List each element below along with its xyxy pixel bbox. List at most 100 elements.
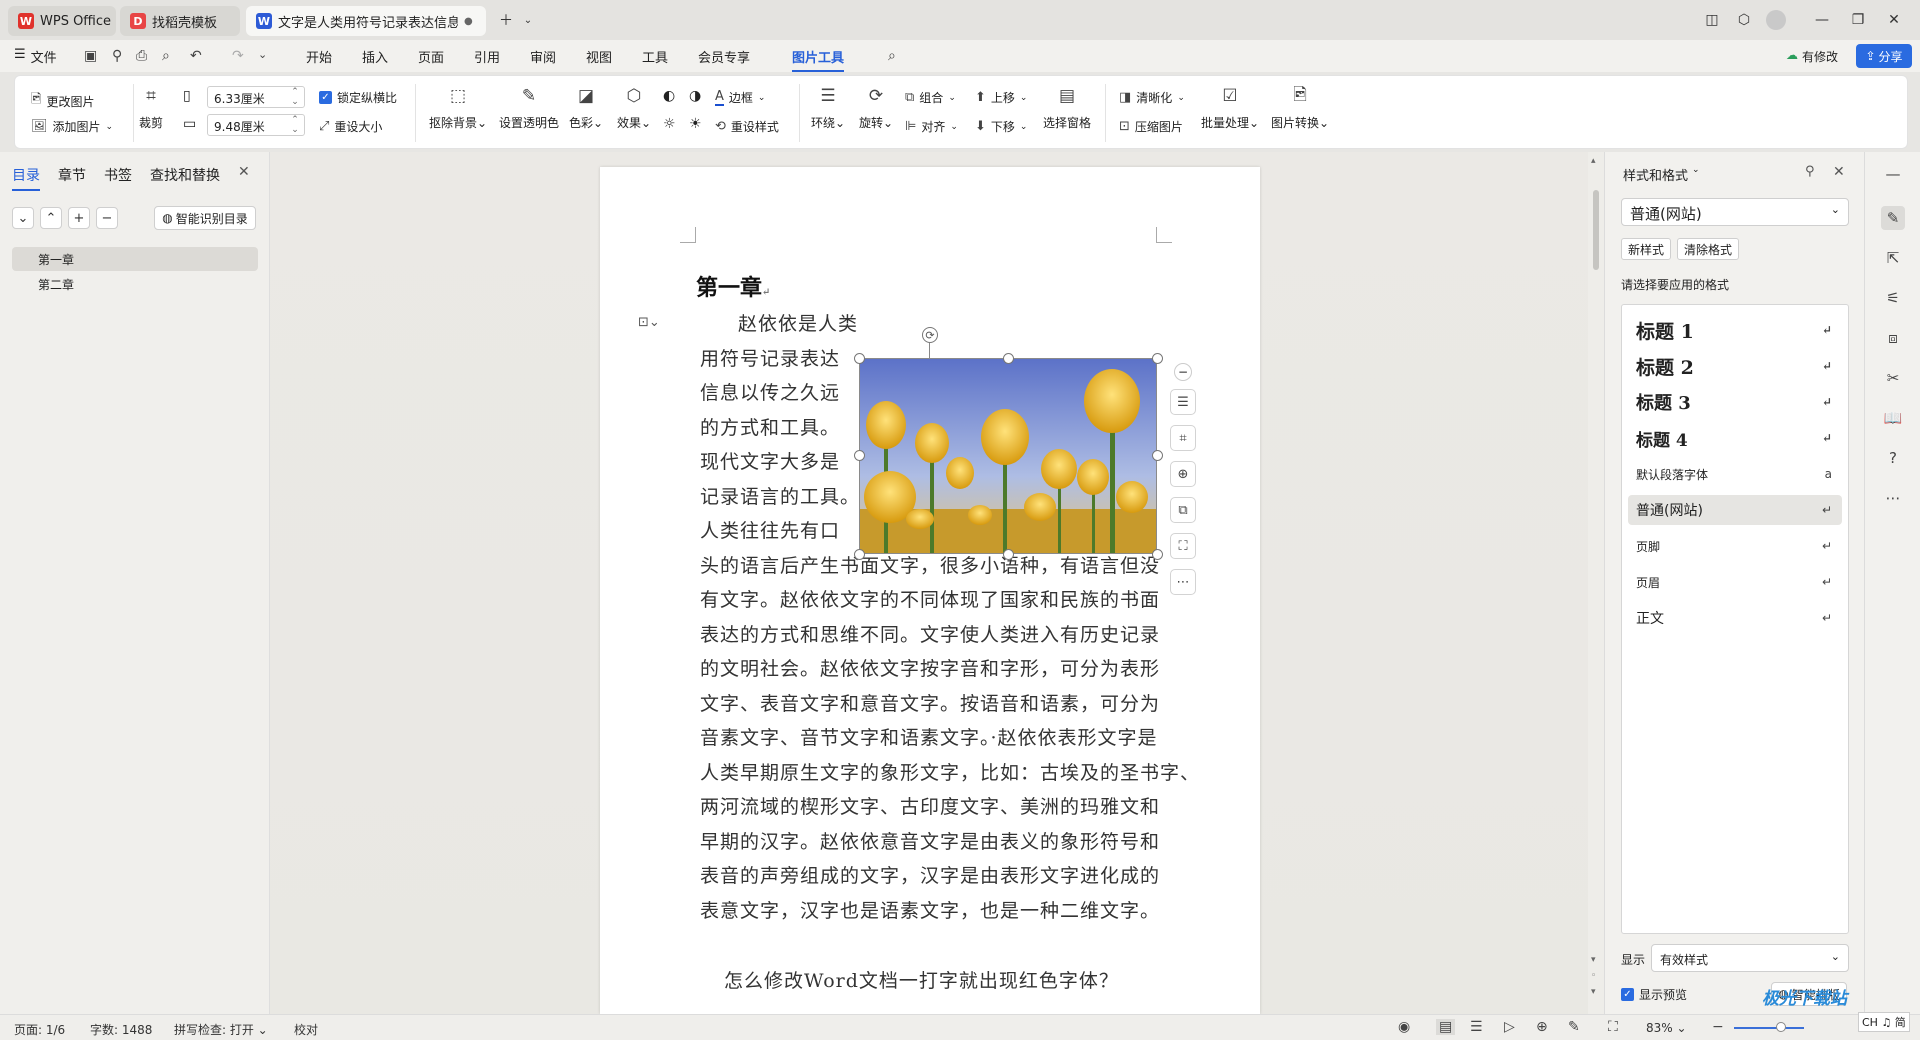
resize-handle[interactable]: [854, 353, 865, 364]
clear-format-button[interactable]: 清除格式: [1677, 238, 1739, 260]
play-icon[interactable]: ▷: [1504, 1019, 1515, 1035]
menu-picture-tools[interactable]: 图片工具: [792, 47, 845, 72]
tab-find-replace[interactable]: 查找和替换: [150, 165, 220, 185]
menu-home[interactable]: 开始: [306, 47, 332, 66]
zoom-slider-thumb[interactable]: [1776, 1022, 1786, 1032]
bring-forward-button[interactable]: ⬆ 上移 ⌄: [975, 89, 1027, 106]
file-menu[interactable]: ☰ 文件: [14, 47, 57, 66]
close-panel-icon[interactable]: ✕: [238, 164, 250, 180]
minimize-icon[interactable]: —: [1812, 10, 1832, 30]
toc-item[interactable]: 第一章: [12, 247, 258, 271]
vertical-scrollbar[interactable]: ▴ ▾ ◦ ▾: [1588, 152, 1604, 1014]
collapse-sidebar-icon[interactable]: —: [1881, 162, 1905, 186]
cube-icon[interactable]: ⬡: [1734, 10, 1754, 30]
layout-options-icon[interactable]: ⊡⌄: [638, 315, 660, 330]
menu-view[interactable]: 视图: [586, 47, 612, 66]
pin-icon[interactable]: ⚲: [1805, 164, 1815, 179]
has-changes-button[interactable]: ☁ 有修改: [1786, 48, 1838, 65]
redo-icon[interactable]: ↷: [232, 48, 244, 64]
style-normal-web[interactable]: 普通(网站) ↵: [1628, 495, 1842, 525]
tab-document[interactable]: W 文字是人类用符号记录表达信息以 ●: [246, 6, 486, 36]
add-level-icon[interactable]: +: [68, 207, 90, 229]
print-icon[interactable]: ⎙: [136, 48, 147, 64]
lock-ratio-checkbox[interactable]: ✓ 锁定纵横比: [319, 89, 397, 106]
zoom-slider[interactable]: [1734, 1027, 1804, 1029]
select-cursor-icon[interactable]: ⇱: [1881, 246, 1905, 270]
scroll-up-icon[interactable]: ▴: [1591, 156, 1596, 166]
collapse-icon[interactable]: ⌄: [12, 207, 34, 229]
menu-insert[interactable]: 插入: [362, 47, 388, 66]
search-icon[interactable]: ⌕: [888, 48, 896, 64]
menu-page[interactable]: 页面: [418, 47, 444, 66]
scroll-thumb[interactable]: [1593, 190, 1599, 270]
eye-icon[interactable]: ◉: [1398, 1019, 1410, 1035]
adjust-sliders-icon[interactable]: ⚟: [1881, 286, 1905, 310]
width-input[interactable]: 6.33厘米: [207, 86, 305, 108]
reset-style-button[interactable]: ⟲ 重设样式: [715, 118, 779, 135]
style-default-font[interactable]: 默认段落字体 a: [1628, 459, 1842, 489]
page-nav-icon[interactable]: ▾ ◦ ▾: [1591, 952, 1596, 1000]
tab-toc[interactable]: 目录: [12, 165, 40, 191]
group-button[interactable]: ⧉ 组合 ⌄: [905, 89, 956, 106]
add-picture-button[interactable]: 🖼 添加图片 ⌄: [31, 118, 113, 135]
page-view-icon[interactable]: ▤: [1436, 1019, 1456, 1035]
height-input[interactable]: 9.48厘米: [207, 114, 305, 136]
expand-icon[interactable]: ⌃: [40, 207, 62, 229]
close-panel-icon[interactable]: ✕: [1833, 164, 1845, 180]
tulip-picture[interactable]: [859, 358, 1157, 554]
crop-float-icon[interactable]: ⌗: [1170, 425, 1196, 451]
extract-text-icon[interactable]: ⛶: [1170, 533, 1196, 559]
more-options-icon[interactable]: ⋯: [1170, 569, 1196, 595]
reset-size-button[interactable]: ⤢ 重设大小: [319, 118, 382, 135]
show-select[interactable]: 有效样式 ⌄: [1651, 944, 1849, 972]
convert-button[interactable]: 🖻 图片转换⌄: [1271, 84, 1329, 131]
selection-pane-button[interactable]: ▤ 选择窗格: [1043, 84, 1091, 131]
resize-handle[interactable]: [854, 450, 865, 461]
resize-handle[interactable]: [1152, 450, 1163, 461]
fit-page-icon[interactable]: ⛶: [1608, 1019, 1618, 1035]
zoom-out-icon[interactable]: −: [1712, 1019, 1724, 1035]
current-style-select[interactable]: 普通(网站) ⌄: [1621, 198, 1849, 226]
toc-item[interactable]: 第二章: [12, 272, 258, 296]
preview-icon[interactable]: ⌕: [162, 48, 170, 64]
styles-panel-title[interactable]: 样式和格式 ⌄: [1623, 165, 1700, 184]
layout-icon[interactable]: ◫: [1702, 10, 1722, 30]
effects-button[interactable]: ⬡ 效果⌄: [617, 84, 651, 131]
wrap-button[interactable]: ☰ 环绕⌄: [811, 84, 845, 131]
spell-check-status[interactable]: 拼写检查: 打开 ⌄: [174, 1021, 268, 1038]
new-tab-icon[interactable]: ＋: [496, 10, 516, 30]
crop-button[interactable]: ⌗ 裁剪: [139, 84, 163, 131]
wrap-layout-icon[interactable]: ☰: [1170, 389, 1196, 415]
copy-icon[interactable]: ⧉: [1170, 497, 1196, 523]
show-preview-checkbox[interactable]: ✓ 显示预览: [1621, 986, 1687, 1003]
resize-handle[interactable]: [1003, 353, 1014, 364]
tab-list-chevron-icon[interactable]: ⌄: [518, 10, 538, 30]
resize-handle[interactable]: [854, 549, 865, 560]
link-icon[interactable]: ⚲: [112, 48, 122, 64]
resize-handle[interactable]: [1152, 353, 1163, 364]
style-header[interactable]: 页眉 ↵: [1628, 567, 1842, 597]
style-pen-icon[interactable]: ✎: [1881, 206, 1905, 230]
border-button[interactable]: A 边框 ⌄: [715, 89, 765, 106]
document-page[interactable]: 第一章↵ ⊡⌄ 赵依依是人类 用符号记录表达 信息以传之久远 的方式和工具。 现…: [600, 167, 1260, 1014]
style-body[interactable]: 正文 ↵: [1628, 603, 1842, 633]
tab-sections[interactable]: 章节: [58, 165, 86, 185]
align-button[interactable]: ⊫ 对齐 ⌄: [905, 118, 958, 135]
word-count[interactable]: 字数: 1488: [90, 1021, 152, 1038]
collapse-toolbar-icon[interactable]: −: [1174, 363, 1192, 381]
smart-toc-button[interactable]: ◍ 智能识别目录: [154, 206, 256, 230]
new-style-button[interactable]: 新样式: [1621, 238, 1671, 260]
menu-tools[interactable]: 工具: [642, 47, 668, 66]
page-indicator[interactable]: 页面: 1/6: [14, 1021, 65, 1038]
contrast-up-icon[interactable]: ◑: [689, 88, 701, 104]
tab-bookmarks[interactable]: 书签: [104, 165, 132, 185]
help-icon[interactable]: ?: [1881, 446, 1905, 470]
restore-icon[interactable]: ❐: [1848, 10, 1868, 30]
menu-review[interactable]: 审阅: [530, 47, 556, 66]
remove-level-icon[interactable]: −: [96, 207, 118, 229]
ime-indicator[interactable]: CH ♫ 简: [1858, 1012, 1910, 1032]
more-chevron-icon[interactable]: ⌄: [258, 48, 267, 61]
proofread-button[interactable]: 校对: [294, 1021, 318, 1038]
resize-handle[interactable]: [1003, 549, 1014, 560]
outline-view-icon[interactable]: ☰: [1470, 1019, 1483, 1035]
